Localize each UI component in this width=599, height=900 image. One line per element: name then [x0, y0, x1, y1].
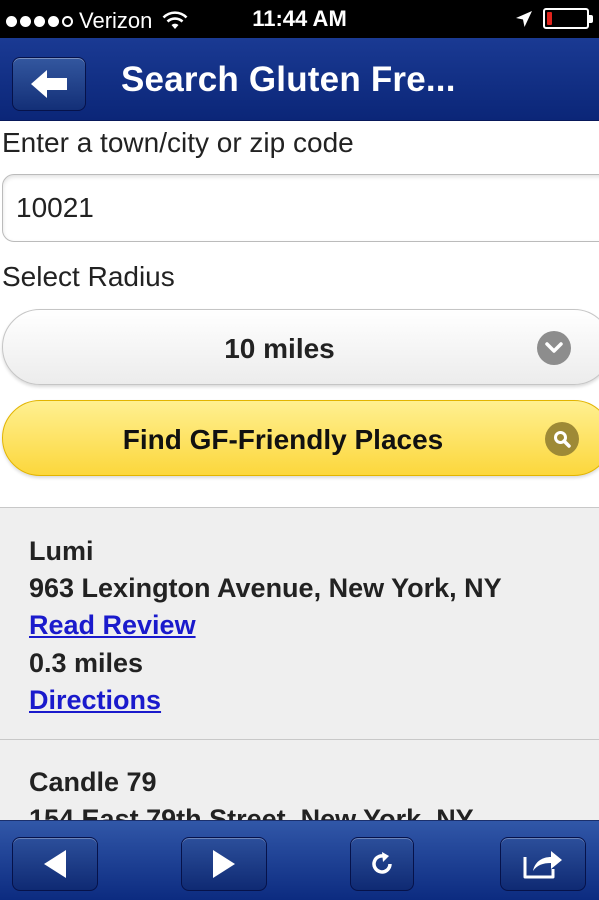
forward-triangle-icon: [213, 850, 235, 878]
directions-link[interactable]: Directions: [29, 685, 161, 716]
chevron-down-icon: [537, 331, 571, 365]
status-bar: Verizon 11:44 AM: [0, 0, 599, 38]
find-places-label: Find GF-Friendly Places: [122, 424, 444, 455]
location-label: Enter a town/city or zip code: [2, 127, 354, 158]
place-address: 963 Lexington Avenue, New York, NY: [29, 573, 502, 603]
page-title: Search Gluten Fre...: [121, 60, 456, 99]
back-button[interactable]: [12, 57, 86, 111]
radius-label: Select Radius: [2, 261, 175, 292]
search-form: Enter a town/city or zip code 10021 Sele…: [0, 121, 599, 507]
back-triangle-icon: [44, 850, 66, 878]
refresh-button[interactable]: [350, 837, 414, 891]
browser-back-button[interactable]: [12, 837, 98, 891]
status-right: [515, 8, 593, 29]
read-review-link[interactable]: Read Review: [29, 610, 196, 641]
radius-select[interactable]: 10 miles: [2, 309, 599, 385]
find-places-button[interactable]: Find GF-Friendly Places: [2, 400, 599, 476]
status-time: 11:44 AM: [252, 6, 347, 31]
location-input[interactable]: 10021: [2, 174, 599, 242]
place-address: 154 East 79th Street, New York, NY: [29, 804, 474, 820]
browser-forward-button[interactable]: [181, 837, 267, 891]
radius-selected-value: 10 miles: [224, 333, 335, 364]
list-item: Candle 79 154 East 79th Street, New York…: [0, 739, 599, 820]
back-arrow-icon: [31, 70, 67, 98]
bottom-toolbar: [0, 820, 599, 900]
share-button[interactable]: [500, 837, 586, 891]
nav-header: Search Gluten Fre...: [0, 38, 599, 121]
location-arrow-icon: [516, 10, 532, 27]
place-name: Lumi: [29, 536, 94, 566]
battery-level-fill: [547, 12, 552, 25]
share-icon: [523, 851, 562, 879]
place-name: Candle 79: [29, 767, 157, 797]
place-distance: 0.3 miles: [29, 648, 144, 678]
results-list: Lumi 963 Lexington Avenue, New York, NY …: [0, 507, 599, 820]
search-icon: [545, 422, 579, 456]
refresh-icon: [372, 852, 392, 874]
battery-icon: [543, 8, 593, 29]
list-item: Lumi 963 Lexington Avenue, New York, NY …: [0, 508, 599, 739]
